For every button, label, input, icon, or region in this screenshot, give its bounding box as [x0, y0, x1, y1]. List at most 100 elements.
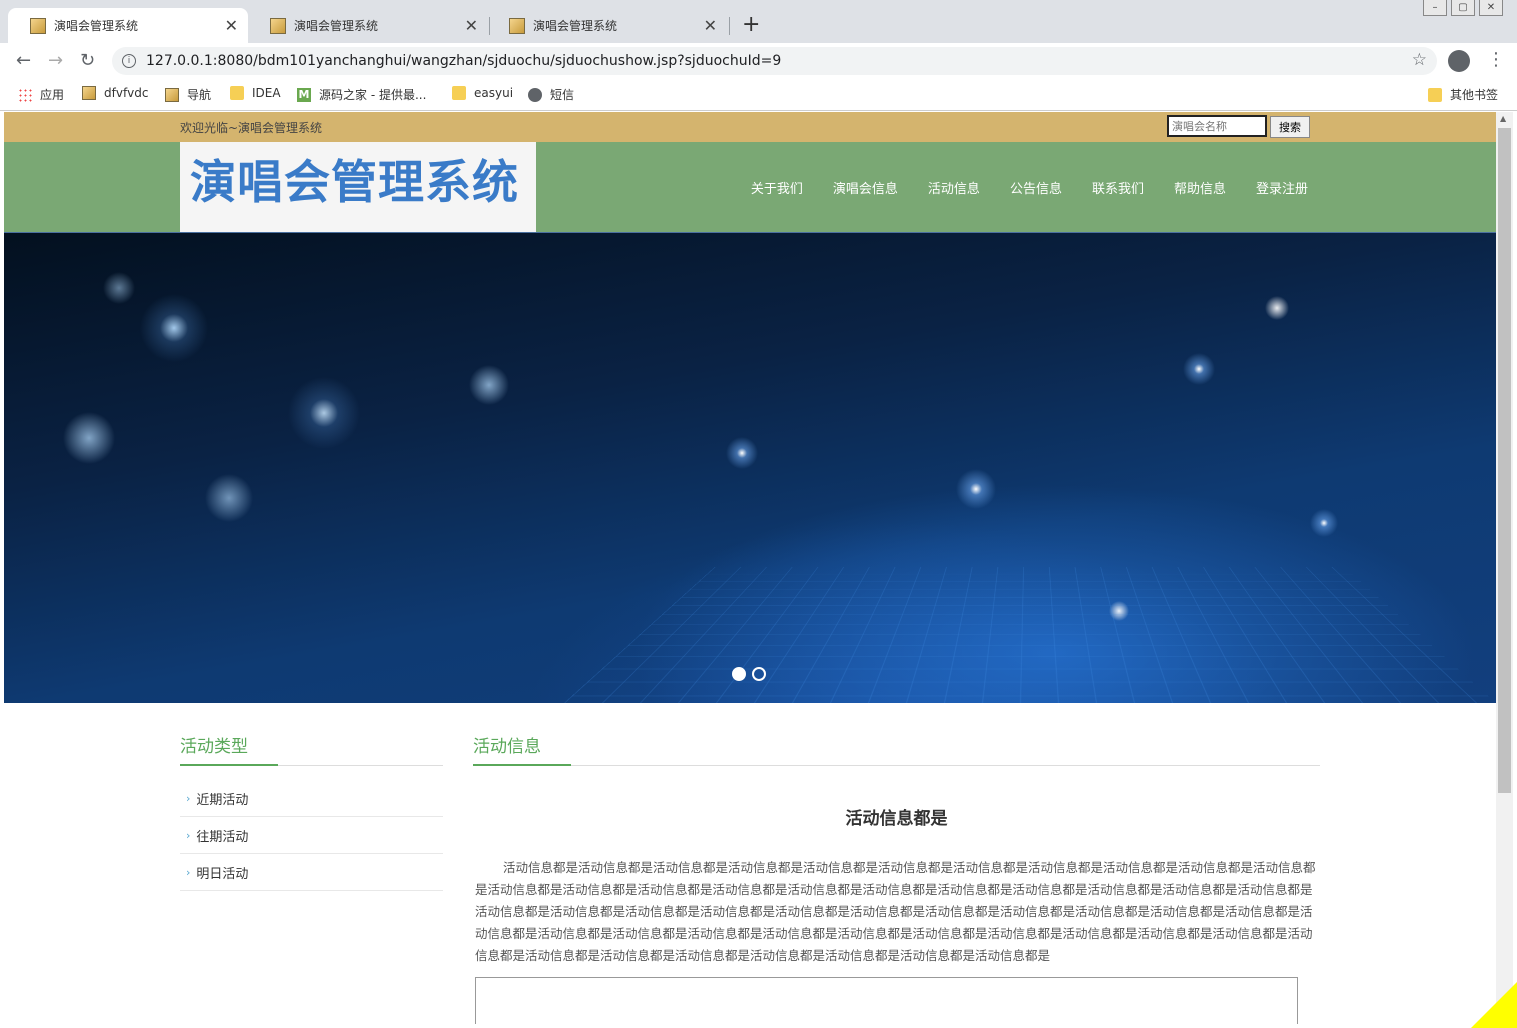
main-nav: 关于我们 演唱会信息 活动信息 公告信息 联系我们 帮助信息 登录注册 — [751, 178, 1308, 197]
tab-separator — [729, 17, 730, 35]
sidebar-item-past[interactable]: › 往期活动 — [180, 817, 443, 854]
bookmark-label: 应用 — [40, 88, 65, 102]
content-header: 活动信息 — [473, 732, 1320, 766]
close-window-icon[interactable]: ✕ — [1479, 0, 1503, 16]
back-arrow-icon[interactable]: ← — [16, 50, 31, 71]
sidebar-header: 活动类型 — [180, 732, 443, 766]
corner-marker-bottom-right — [1471, 982, 1517, 1028]
url-text: 127.0.0.1:8080/bdm101yanchanghui/wangzha… — [146, 53, 782, 69]
close-icon[interactable]: ✕ — [225, 16, 238, 35]
nav-contact[interactable]: 联系我们 — [1092, 178, 1144, 197]
sidebar-item-recent[interactable]: › 近期活动 — [180, 780, 443, 817]
site-topbar: 欢迎光临~演唱会管理系统 搜索 — [4, 112, 1496, 142]
carousel-dot-1[interactable] — [732, 667, 746, 681]
favicon-icon — [270, 17, 286, 34]
bookmarks-bar: 应用 dfvfvdc 导航 IDEA M 源码之家 - 提供最... easyu… — [0, 79, 1517, 111]
tab-title: 演唱会管理系统 — [294, 19, 379, 33]
logo-box: 演唱会管理系统 — [180, 142, 536, 232]
close-icon[interactable]: ✕ — [465, 16, 478, 35]
bookmark-label: 源码之家 - 提供最... — [319, 88, 427, 102]
bookmark-nav[interactable]: 导航 — [165, 86, 211, 103]
page-scrollbar[interactable]: ▲ — [1496, 112, 1513, 1024]
apps-icon — [18, 87, 32, 102]
content-box — [475, 977, 1298, 1024]
favicon-icon — [30, 17, 46, 34]
carousel-dot-2[interactable] — [752, 667, 766, 681]
bookmark-easyui[interactable]: easyui — [452, 86, 513, 100]
sidebar-list: › 近期活动 › 往期活动 › 明日活动 — [180, 780, 443, 891]
search-button[interactable]: 搜索 — [1270, 116, 1310, 138]
folder-icon — [452, 86, 466, 100]
welcome-text: 欢迎光临~演唱会管理系统 — [180, 121, 323, 135]
sidebar-title: 活动类型 — [180, 737, 248, 757]
browser-tab-3[interactable]: 演唱会管理系统 ✕ — [487, 8, 727, 43]
tab-title: 演唱会管理系统 — [533, 19, 618, 33]
sidebar-item-label: 往期活动 — [196, 829, 249, 845]
site-header: 演唱会管理系统 关于我们 演唱会信息 活动信息 公告信息 联系我们 帮助信息 登… — [4, 142, 1496, 233]
window-controls: – ▢ ✕ — [1423, 0, 1503, 16]
bookmark-idea[interactable]: IDEA — [230, 86, 281, 100]
new-tab-plus-icon[interactable]: + — [742, 12, 760, 37]
star-icon[interactable]: ☆ — [1412, 50, 1427, 70]
bookmark-dfvfvdc[interactable]: dfvfvdc — [82, 86, 148, 100]
bookmark-label: dfvfvdc — [104, 86, 149, 100]
bookmark-label: 短信 — [550, 88, 575, 102]
bookmark-label: easyui — [474, 86, 514, 100]
browser-tab-1[interactable]: 演唱会管理系统 ✕ — [8, 8, 248, 43]
menu-dots-icon[interactable]: ⋮ — [1487, 49, 1505, 70]
article-body: 活动信息都是活动信息都是活动信息都是活动信息都是活动信息都是活动信息都是活动信息… — [475, 860, 1316, 963]
close-icon[interactable]: ✕ — [704, 16, 717, 35]
info-icon[interactable]: i — [122, 54, 136, 68]
nav-about[interactable]: 关于我们 — [751, 178, 803, 197]
picture-icon — [82, 86, 96, 100]
title-accent-line — [180, 764, 278, 766]
main-content: 活动信息 活动信息都是 活动信息都是活动信息都是活动信息都是活动信息都是活动信息… — [473, 732, 1320, 1024]
picture-icon — [165, 87, 179, 102]
hero-banner-image — [4, 233, 1496, 703]
folder-icon — [1428, 87, 1442, 102]
title-accent-line — [473, 764, 571, 766]
address-bar[interactable]: i 127.0.0.1:8080/bdm101yanchanghui/wangz… — [112, 47, 1437, 75]
browser-tab-2[interactable]: 演唱会管理系统 ✕ — [248, 8, 488, 43]
minimize-icon[interactable]: – — [1423, 0, 1447, 16]
browser-tabstrip: 演唱会管理系统 ✕ 演唱会管理系统 ✕ 演唱会管理系统 ✕ + – ▢ ✕ — [0, 0, 1517, 43]
bookmark-label: 其他书签 — [1450, 88, 1499, 102]
chevron-right-icon: › — [186, 791, 191, 805]
tab-title: 演唱会管理系统 — [54, 19, 139, 33]
bookmark-apps[interactable]: 应用 — [18, 86, 64, 103]
maximize-icon[interactable]: ▢ — [1451, 0, 1475, 16]
site-logo[interactable]: 演唱会管理系统 — [190, 146, 519, 212]
forward-arrow-icon[interactable]: → — [48, 50, 63, 71]
nav-notices[interactable]: 公告信息 — [1010, 178, 1062, 197]
profile-avatar-icon[interactable] — [1448, 50, 1470, 72]
browser-toolbar: ← → ↻ i 127.0.0.1:8080/bdm101yanchanghui… — [0, 43, 1517, 79]
nav-help[interactable]: 帮助信息 — [1174, 178, 1226, 197]
globe-icon — [528, 87, 542, 102]
bookmark-sms[interactable]: 短信 — [528, 86, 574, 103]
scrollbar-thumb[interactable] — [1498, 128, 1511, 793]
section-title: 活动信息 — [473, 737, 541, 757]
bookmark-yuanma[interactable]: M 源码之家 - 提供最... — [297, 86, 426, 103]
sidebar: 活动类型 › 近期活动 › 往期活动 › 明日活动 — [180, 732, 443, 891]
sidebar-item-label: 明日活动 — [196, 866, 249, 882]
sidebar-item-tomorrow[interactable]: › 明日活动 — [180, 854, 443, 891]
favicon-icon — [509, 17, 525, 34]
bookmark-label: IDEA — [252, 86, 281, 100]
chevron-right-icon: › — [186, 828, 191, 842]
page-viewport: 欢迎光临~演唱会管理系统 搜索 演唱会管理系统 关于我们 演唱会信息 活动信息 … — [4, 112, 1496, 1024]
article-title: 活动信息都是 — [845, 809, 948, 829]
search-input[interactable] — [1167, 115, 1267, 137]
nav-login[interactable]: 登录注册 — [1256, 178, 1308, 197]
banner-circuit-pattern — [564, 567, 1496, 703]
folder-icon — [230, 86, 244, 100]
chevron-right-icon: › — [186, 865, 191, 879]
m-icon: M — [297, 87, 311, 102]
sidebar-item-label: 近期活动 — [196, 792, 249, 808]
carousel-dots — [732, 667, 766, 681]
bookmark-label: 导航 — [187, 88, 212, 102]
bookmark-other[interactable]: 其他书签 — [1428, 86, 1498, 103]
nav-activities[interactable]: 活动信息 — [928, 178, 980, 197]
scroll-up-arrow-icon[interactable]: ▲ — [1500, 114, 1506, 123]
reload-icon[interactable]: ↻ — [80, 50, 95, 71]
nav-concerts[interactable]: 演唱会信息 — [833, 178, 898, 197]
